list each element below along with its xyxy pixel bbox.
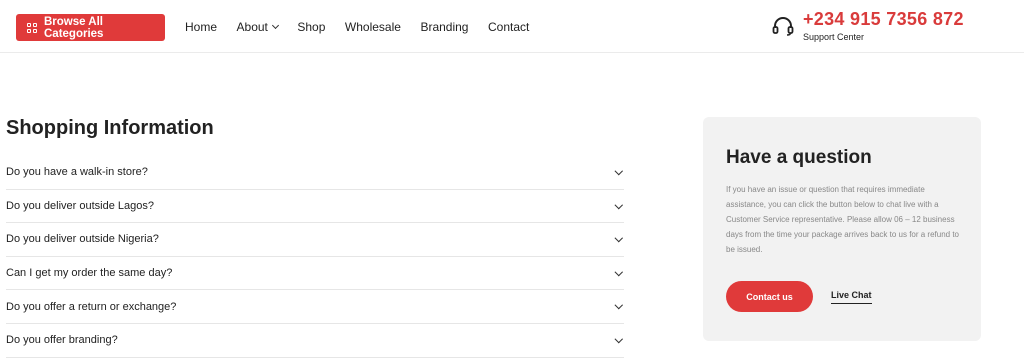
faq-question: Do you have a walk-in store? bbox=[6, 166, 148, 179]
nav-item-about[interactable]: About bbox=[236, 19, 279, 34]
chevron-down-icon bbox=[614, 301, 623, 310]
chevron-down-icon bbox=[614, 334, 623, 343]
faq-item[interactable]: Can I get my order the same day? bbox=[6, 257, 624, 291]
contact-us-button[interactable]: Contact us bbox=[726, 281, 813, 312]
nav-item-label: Wholesale bbox=[344, 19, 401, 34]
chevron-down-icon bbox=[271, 21, 279, 29]
nav-item-home[interactable]: Home bbox=[185, 20, 217, 34]
headset-icon bbox=[772, 17, 794, 36]
main-nav: Home About Shop Wholesale Branding Conta… bbox=[185, 0, 549, 53]
question-title: Have a question bbox=[726, 147, 872, 168]
nav-item-shop[interactable]: Shop bbox=[297, 20, 325, 34]
faq-title: Shopping Information bbox=[6, 117, 214, 139]
nav-item-label: Home bbox=[185, 19, 218, 34]
question-card: Have a question If you have an issue or … bbox=[703, 117, 981, 341]
faq-question: Do you offer a return or exchange? bbox=[6, 300, 177, 313]
chevron-down-icon bbox=[614, 267, 623, 276]
faq-question: Do you deliver outside Lagos? bbox=[6, 199, 154, 212]
chevron-down-icon bbox=[614, 166, 623, 175]
faq-list: Do you have a walk-in store? Do you deli… bbox=[6, 156, 624, 358]
nav-item-branding[interactable]: Branding bbox=[420, 20, 468, 34]
support-label: Support Center bbox=[803, 32, 865, 42]
chevron-down-icon bbox=[614, 200, 623, 209]
faq-item[interactable]: Do you offer branding? bbox=[6, 324, 624, 358]
support-phone[interactable]: +234 915 7356 872 bbox=[803, 9, 964, 30]
faq-item[interactable]: Do you have a walk-in store? bbox=[6, 156, 624, 190]
nav-item-label: Contact bbox=[487, 19, 530, 34]
faq-question: Can I get my order the same day? bbox=[6, 267, 173, 280]
question-body: If you have an issue or question that re… bbox=[726, 185, 959, 254]
browse-categories-button[interactable]: Browse All Categories bbox=[16, 14, 165, 41]
chevron-down-icon bbox=[614, 234, 623, 242]
live-chat-link[interactable]: Live Chat bbox=[831, 290, 872, 304]
faq-question: Do you deliver outside Nigeria? bbox=[6, 233, 159, 246]
nav-item-contact[interactable]: Contact bbox=[488, 20, 529, 34]
nav-item-wholesale[interactable]: Wholesale bbox=[345, 20, 401, 34]
browse-categories-label: Browse All Categories bbox=[44, 15, 104, 40]
grid-icon bbox=[27, 22, 37, 33]
faq-item[interactable]: Do you deliver outside Nigeria? bbox=[6, 223, 624, 257]
nav-item-label: Branding bbox=[420, 19, 469, 34]
faq-item[interactable]: Do you deliver outside Lagos? bbox=[6, 190, 624, 224]
nav-item-label: Shop bbox=[297, 19, 326, 34]
nav-item-label: About bbox=[236, 19, 268, 34]
top-header: Browse All Categories Home About Shop Wh… bbox=[0, 0, 1024, 53]
faq-item[interactable]: Do you offer a return or exchange? bbox=[6, 290, 624, 324]
faq-question: Do you offer branding? bbox=[6, 334, 118, 347]
